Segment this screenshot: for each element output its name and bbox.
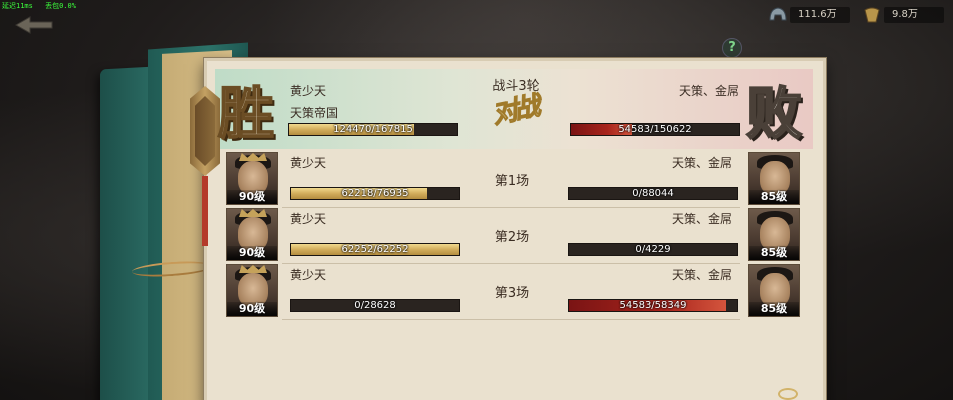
- back-button[interactable]: [14, 14, 56, 36]
- right-hero-portrait[interactable]: 85级: [748, 152, 800, 205]
- right-hero-portrait[interactable]: 85级: [748, 208, 800, 261]
- right-hero-hp-bar: 0/4229: [568, 243, 738, 256]
- left-hero-hp-text: 62218/76935: [341, 188, 409, 199]
- coin-icon: [860, 4, 884, 26]
- right-hero-level: 85级: [749, 302, 799, 316]
- match-label: 第3场: [494, 286, 530, 301]
- hero-crown: [239, 153, 267, 161]
- hero-crown: [239, 209, 267, 217]
- resource-coin: 9.8万: [860, 4, 944, 26]
- left-hero-hp-text: 0/28628: [354, 300, 396, 311]
- left-hero-hp-text: 62252/62252: [341, 244, 409, 255]
- left-total-hp-bar: 124470/167815: [288, 123, 458, 136]
- left-hero-portrait[interactable]: 90级: [226, 152, 278, 205]
- match-label: 第1场: [494, 174, 530, 189]
- left-faction-name: 天策帝国: [290, 106, 339, 120]
- coin-value: 9.8万: [884, 7, 944, 23]
- left-player-name: 黄少天: [290, 84, 327, 98]
- defeat-label: 败: [745, 81, 803, 147]
- left-hero-portrait[interactable]: 90级: [226, 208, 278, 261]
- hero-crown: [239, 265, 267, 273]
- left-hero-level: 90级: [227, 302, 277, 316]
- match-row-2: 90级 黄少天 第2场 天策、金屌 62252/62252 0/4229 85级: [212, 208, 810, 264]
- ping-text: 延迟11ms: [2, 2, 33, 10]
- resource-helmet: 111.6万: [766, 4, 850, 26]
- right-hero-hp-text: 54583/58349: [619, 300, 687, 311]
- right-hero-portrait[interactable]: 85级: [748, 264, 800, 317]
- left-hero-level: 90级: [227, 190, 277, 204]
- right-hero-hp-bar: 54583/58349: [568, 299, 738, 312]
- ribbon: [202, 176, 208, 246]
- right-hero-name: 天策、金屌: [671, 156, 732, 170]
- left-total-hp-text: 124470/167815: [333, 124, 413, 135]
- right-total-hp-bar: 54583/150622: [570, 123, 740, 136]
- left-hero-hp-bar: 62218/76935: [290, 187, 460, 200]
- row-divider: [282, 319, 740, 320]
- left-hero-level: 90级: [227, 246, 277, 260]
- right-hero-level: 85级: [749, 246, 799, 260]
- debug-overlay: 延迟11ms 丢包0.0%: [2, 1, 84, 11]
- left-hero-name: 黄少天: [290, 268, 327, 282]
- packet-loss-text: 丢包0.0%: [45, 2, 76, 10]
- left-hero-hp-bar: 62252/62252: [290, 243, 460, 256]
- back-arrow-icon: [14, 16, 53, 34]
- right-hero-hp-text: 0/4229: [635, 244, 671, 255]
- left-hero-name: 黄少天: [290, 156, 327, 170]
- help-button[interactable]: ?: [722, 38, 742, 58]
- key-icon: [778, 388, 798, 400]
- left-hero-hp-bar: 0/28628: [290, 299, 460, 312]
- right-hero-name: 天策、金屌: [671, 268, 732, 282]
- helmet-icon: [766, 4, 790, 26]
- right-hero-hp-bar: 0/88044: [568, 187, 738, 200]
- right-hero-hp-text: 0/88044: [632, 188, 674, 199]
- match-row-3: 90级 黄少天 第3场 天策、金屌 0/28628 54583/58349 85…: [212, 264, 810, 320]
- left-hero-name: 黄少天: [290, 212, 327, 226]
- left-hero-portrait[interactable]: 90级: [226, 264, 278, 317]
- right-total-hp-text: 54583/150622: [618, 124, 692, 135]
- helmet-value: 111.6万: [790, 7, 850, 23]
- right-hero-level: 85级: [749, 190, 799, 204]
- victory-label: 胜: [217, 81, 275, 147]
- right-player-name: 天策、金屌: [678, 84, 739, 98]
- match-label: 第2场: [494, 230, 530, 245]
- match-row-1: 90级 黄少天 第1场 天策、金屌 62218/76935 0/88044 85…: [212, 152, 810, 208]
- right-hero-name: 天策、金屌: [671, 212, 732, 226]
